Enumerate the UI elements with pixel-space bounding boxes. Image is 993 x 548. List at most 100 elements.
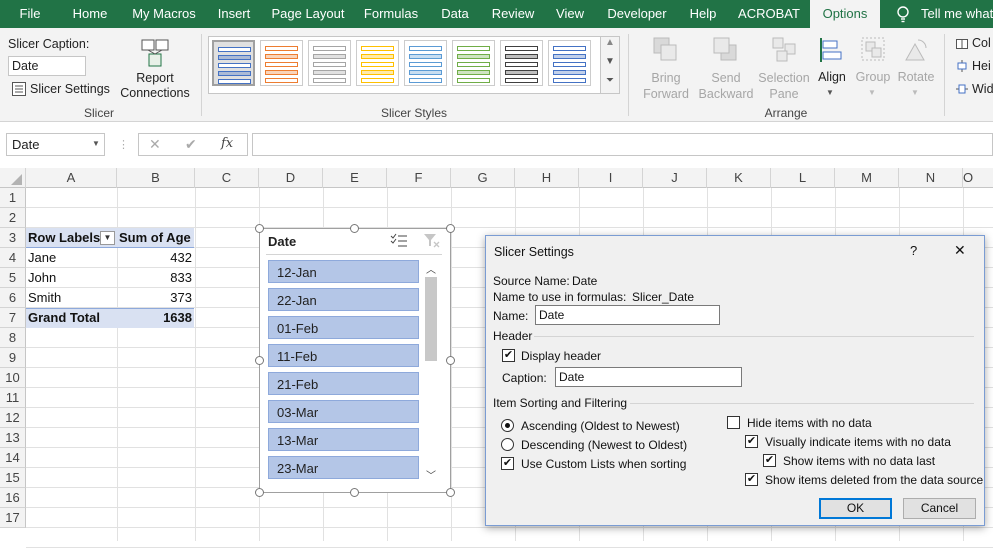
column-header[interactable]: D	[259, 168, 323, 188]
row-header[interactable]: 8	[0, 328, 26, 348]
tab-review[interactable]: Review	[486, 0, 540, 28]
row-header[interactable]: 11	[0, 388, 26, 408]
column-header[interactable]: E	[323, 168, 387, 188]
row-header[interactable]: 13	[0, 428, 26, 448]
resize-handle[interactable]	[255, 488, 264, 497]
insert-function-icon[interactable]: fx	[221, 136, 233, 151]
row-header[interactable]: 12	[0, 408, 26, 428]
row-header[interactable]: 3	[0, 228, 26, 248]
cancel-icon[interactable]: ✕	[149, 136, 161, 153]
tab-my-macros[interactable]: My Macros	[124, 0, 204, 28]
height-field[interactable]: Hei	[972, 59, 991, 73]
row-header[interactable]: 10	[0, 368, 26, 388]
row-header[interactable]: 1	[0, 188, 26, 208]
gallery-scroll[interactable]: ▲ ▼ ⏷	[600, 36, 620, 94]
row-header[interactable]: 14	[0, 448, 26, 468]
slicer-item[interactable]: 12-Jan	[268, 260, 419, 283]
slicer-item[interactable]: 22-Jan	[268, 288, 419, 311]
tab-formulas[interactable]: Formulas	[360, 0, 422, 28]
hide-items-checkbox[interactable]	[727, 416, 740, 429]
slicer-settings-button[interactable]: Slicer Settings	[30, 82, 110, 96]
row-header[interactable]: 7	[0, 308, 26, 328]
column-header[interactable]: N	[899, 168, 963, 188]
row-header[interactable]: 17	[0, 508, 26, 528]
resize-handle[interactable]	[255, 224, 264, 233]
send-backward-button[interactable]: Send Backward	[694, 70, 758, 102]
report-connections-button[interactable]: Report Connections	[118, 71, 192, 101]
slicer-style-swatch[interactable]	[356, 40, 399, 86]
row-header[interactable]: 4	[0, 248, 26, 268]
column-header[interactable]: I	[579, 168, 643, 188]
formula-input[interactable]	[252, 133, 993, 156]
descending-radio[interactable]	[501, 438, 514, 451]
slicer-scrollbar[interactable]: ︿ ﹀	[424, 261, 438, 483]
tab-data[interactable]: Data	[432, 0, 478, 28]
resize-handle[interactable]	[446, 224, 455, 233]
resize-handle[interactable]	[350, 488, 359, 497]
tab-acrobat[interactable]: ACROBAT	[732, 0, 806, 28]
slicer-item[interactable]: 23-Mar	[268, 456, 419, 479]
tab-insert[interactable]: Insert	[210, 0, 258, 28]
row-header[interactable]: 16	[0, 488, 26, 508]
close-icon[interactable]: ✕	[954, 242, 966, 259]
filter-dropdown-icon[interactable]: ▼	[100, 231, 115, 245]
name-box[interactable]: Date	[6, 133, 105, 156]
gallery-down-icon[interactable]: ▼	[601, 56, 619, 75]
slicer-item[interactable]: 01-Feb	[268, 316, 419, 339]
ascending-radio[interactable]	[501, 419, 514, 432]
column-header[interactable]: L	[771, 168, 835, 188]
align-button[interactable]: Align	[812, 70, 852, 84]
date-slicer[interactable]: Date 12-Jan 22-Jan 01-Feb 11-Feb 21-Feb 03-Ma…	[259, 228, 451, 493]
gallery-more-icon[interactable]: ⏷	[601, 75, 619, 93]
tab-options[interactable]: Options	[810, 0, 880, 28]
show-last-checkbox[interactable]: ✔	[763, 454, 776, 467]
slicer-item[interactable]: 13-Mar	[268, 428, 419, 451]
tab-developer[interactable]: Developer	[602, 0, 672, 28]
row-header[interactable]: 6	[0, 288, 26, 308]
tab-view[interactable]: View	[548, 0, 592, 28]
column-header[interactable]: F	[387, 168, 451, 188]
scroll-down-icon[interactable]: ﹀	[426, 467, 436, 482]
multi-select-icon[interactable]	[390, 233, 408, 249]
display-header-checkbox[interactable]: ✔	[502, 349, 515, 362]
caption-field[interactable]: Date	[555, 367, 742, 387]
resize-handle[interactable]	[255, 356, 264, 365]
slicer-style-swatch[interactable]	[548, 40, 591, 86]
slicer-style-swatch[interactable]	[260, 40, 303, 86]
column-header[interactable]: A	[26, 168, 117, 188]
enter-icon[interactable]: ✔	[185, 136, 197, 153]
name-box-dropdown-icon[interactable]: ▼	[92, 139, 100, 148]
visually-indicate-checkbox[interactable]: ✔	[745, 435, 758, 448]
slicer-item[interactable]: 11-Feb	[268, 344, 419, 367]
columns-field[interactable]: Col	[972, 36, 991, 50]
slicer-style-swatch[interactable]	[212, 40, 255, 86]
column-header[interactable]: G	[451, 168, 515, 188]
resize-handle[interactable]	[446, 356, 455, 365]
slicer-style-swatch[interactable]	[452, 40, 495, 86]
select-all-corner[interactable]	[0, 168, 26, 188]
cancel-button[interactable]: Cancel	[903, 498, 976, 519]
slicer-item[interactable]: 03-Mar	[268, 400, 419, 423]
row-header[interactable]: 15	[0, 468, 26, 488]
custom-lists-checkbox[interactable]: ✔	[501, 457, 514, 470]
column-header[interactable]: M	[835, 168, 899, 188]
scroll-up-icon[interactable]: ︿	[426, 261, 436, 276]
slicer-style-swatch[interactable]	[500, 40, 543, 86]
slicer-caption-input[interactable]: Date	[8, 56, 86, 76]
gallery-up-icon[interactable]: ▲	[601, 37, 619, 56]
clear-filter-icon[interactable]	[423, 233, 441, 249]
row-header[interactable]: 2	[0, 208, 26, 228]
ok-button[interactable]: OK	[819, 498, 892, 519]
tell-me-box[interactable]: Tell me what	[921, 0, 993, 28]
column-header[interactable]: B	[117, 168, 195, 188]
tab-page-layout[interactable]: Page Layout	[268, 0, 348, 28]
resize-handle[interactable]	[446, 488, 455, 497]
row-header[interactable]: 5	[0, 268, 26, 288]
column-header[interactable]: J	[643, 168, 707, 188]
bring-forward-button[interactable]: Bring Forward	[636, 70, 696, 102]
selection-pane-button[interactable]: Selection Pane	[756, 70, 812, 102]
show-deleted-checkbox[interactable]: ✔	[745, 473, 758, 486]
tab-help[interactable]: Help	[682, 0, 724, 28]
slicer-item[interactable]: 21-Feb	[268, 372, 419, 395]
tab-file[interactable]: File	[8, 0, 52, 28]
